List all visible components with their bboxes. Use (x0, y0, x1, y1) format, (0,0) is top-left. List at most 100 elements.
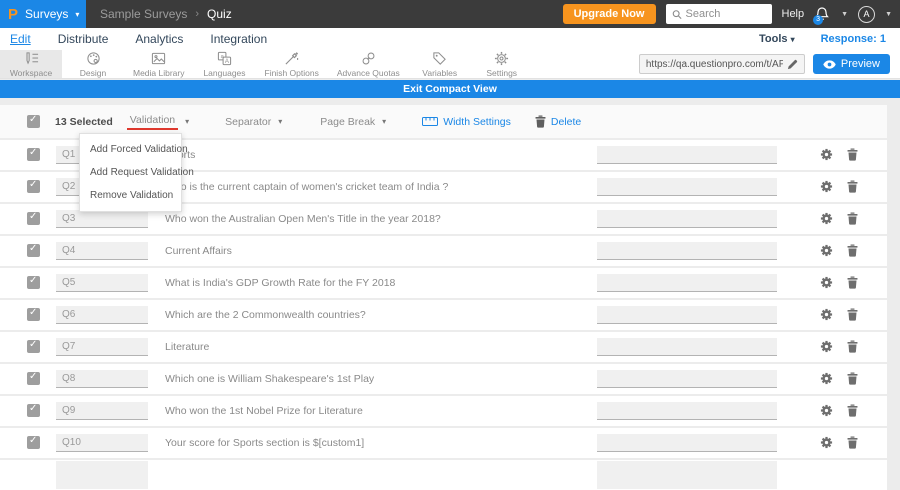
question-text: What is India's GDP Growth Rate for the … (165, 277, 396, 289)
trash-icon (847, 308, 858, 321)
response-count-link[interactable]: Response: 1 (821, 33, 886, 45)
toolbar-item-variables[interactable]: Variables (409, 50, 471, 78)
toolbar-item-languages[interactable]: Aa Languages (194, 50, 256, 78)
preview-button[interactable]: Preview (812, 54, 890, 74)
row-checkbox[interactable] (27, 435, 40, 449)
row-delete-button[interactable] (847, 372, 858, 390)
row-checkbox[interactable] (27, 147, 40, 161)
menu-item-add-forced-validation[interactable]: Add Forced Validation (80, 138, 188, 161)
row-settings-button[interactable] (820, 372, 833, 390)
question-row: Which are the 2 Commonwealth countries? (0, 300, 887, 330)
question-value-input[interactable] (597, 461, 777, 489)
question-row: Literature (0, 332, 887, 362)
surveys-product-switcher[interactable]: P Surveys ▾ (0, 0, 86, 28)
row-settings-button[interactable] (820, 212, 833, 230)
question-code-input[interactable] (56, 274, 148, 292)
row-checkbox[interactable] (27, 339, 40, 353)
toolbar-item-design[interactable]: Design (62, 50, 124, 78)
question-value-input[interactable] (597, 178, 777, 196)
question-value-input[interactable] (597, 242, 777, 260)
question-value-input[interactable] (597, 402, 777, 420)
row-checkbox[interactable] (27, 371, 40, 385)
variables-icon (432, 51, 447, 66)
row-settings-button[interactable] (820, 340, 833, 358)
question-code-input[interactable] (56, 402, 148, 420)
row-delete-button[interactable] (847, 148, 858, 166)
row-delete-button[interactable] (847, 244, 858, 262)
question-code-input[interactable] (56, 338, 148, 356)
bulk-dropdown-validation[interactable]: Validation ▾ (126, 114, 189, 130)
survey-url-field[interactable]: https://qa.questionpro.com/t/APNrFZeY (638, 54, 805, 74)
upgrade-now-button[interactable]: Upgrade Now (562, 4, 656, 24)
question-code-input[interactable] (56, 434, 148, 452)
question-text: Who won the 1st Nobel Prize for Literatu… (165, 405, 363, 417)
tab-edit[interactable]: Edit (10, 32, 31, 46)
question-code-input[interactable] (56, 210, 148, 228)
row-checkbox[interactable] (27, 211, 40, 225)
question-code-input[interactable] (56, 461, 148, 489)
row-checkbox[interactable] (27, 179, 40, 193)
trash-icon (847, 276, 858, 289)
tab-distribute[interactable]: Distribute (58, 32, 109, 46)
question-value-input[interactable] (597, 274, 777, 292)
row-settings-button[interactable] (820, 308, 833, 326)
chevron-down-icon: ▼ (841, 10, 849, 18)
row-settings-button[interactable] (820, 180, 833, 198)
tab-integration[interactable]: Integration (210, 32, 267, 46)
row-checkbox[interactable] (27, 275, 40, 289)
tools-menu[interactable]: Tools ▾ (759, 33, 795, 45)
question-value-input[interactable] (597, 370, 777, 388)
menu-item-add-request-validation[interactable]: Add Request Validation (80, 161, 194, 184)
row-delete-button[interactable] (847, 308, 858, 326)
row-settings-button[interactable] (820, 404, 833, 422)
row-checkbox[interactable] (27, 403, 40, 417)
question-row-partial (0, 460, 887, 490)
question-row: Who won the 1st Nobel Prize for Literatu… (0, 396, 887, 426)
row-checkbox[interactable] (27, 243, 40, 257)
row-settings-button[interactable] (820, 244, 833, 262)
row-delete-button[interactable] (847, 276, 858, 294)
question-code-input[interactable] (56, 242, 148, 260)
notification-count-badge: 3 (813, 14, 824, 25)
breadcrumb-parent[interactable]: Sample Surveys (100, 7, 187, 21)
toolbar-item-label: Design (79, 67, 107, 78)
survey-toolbar: Workspace Design Media Library Aa Languages F… (0, 50, 900, 79)
trash-icon (847, 180, 858, 193)
row-delete-button[interactable] (847, 436, 858, 454)
toolbar-item-media-library[interactable]: Media Library (124, 50, 194, 78)
row-delete-button[interactable] (847, 212, 858, 230)
bulk-dropdown-page-break[interactable]: Page Break ▾ (320, 116, 386, 128)
avatar[interactable]: A (858, 5, 876, 23)
question-value-input[interactable] (597, 338, 777, 356)
row-delete-button[interactable] (847, 340, 858, 358)
exit-compact-view-bar[interactable]: Exit Compact View (0, 80, 900, 98)
bulk-delete-button[interactable]: Delete (535, 115, 581, 128)
row-settings-button[interactable] (820, 148, 833, 166)
search-input[interactable] (685, 8, 766, 20)
toolbar-item-advance-quotas[interactable]: Advance Quotas (328, 50, 409, 78)
toolbar-item-workspace[interactable]: Workspace (0, 50, 62, 78)
question-code-input[interactable] (56, 306, 148, 324)
toolbar-item-settings[interactable]: Settings (471, 50, 533, 78)
row-delete-button[interactable] (847, 404, 858, 422)
toolbar-item-label: Finish Options (264, 67, 319, 78)
search-box[interactable] (665, 4, 772, 24)
question-value-input[interactable] (597, 434, 777, 452)
select-all-checkbox[interactable] (27, 114, 40, 128)
tab-analytics[interactable]: Analytics (135, 32, 183, 46)
help-link[interactable]: Help (782, 8, 805, 20)
edit-pencil-icon[interactable] (787, 59, 798, 70)
row-delete-button[interactable] (847, 180, 858, 198)
width-settings-button[interactable]: Width Settings (422, 116, 511, 128)
toolbar-item-finish-options[interactable]: Finish Options (256, 50, 328, 78)
bulk-dropdown-separator[interactable]: Separator ▾ (225, 116, 282, 128)
row-settings-button[interactable] (820, 436, 833, 454)
question-code-input[interactable] (56, 370, 148, 388)
row-checkbox[interactable] (27, 307, 40, 321)
menu-item-remove-validation[interactable]: Remove Validation (80, 184, 181, 207)
question-value-input[interactable] (597, 210, 777, 228)
question-value-input[interactable] (597, 146, 777, 164)
notifications-button[interactable]: 3 (813, 6, 831, 25)
question-value-input[interactable] (597, 306, 777, 324)
row-settings-button[interactable] (820, 276, 833, 294)
